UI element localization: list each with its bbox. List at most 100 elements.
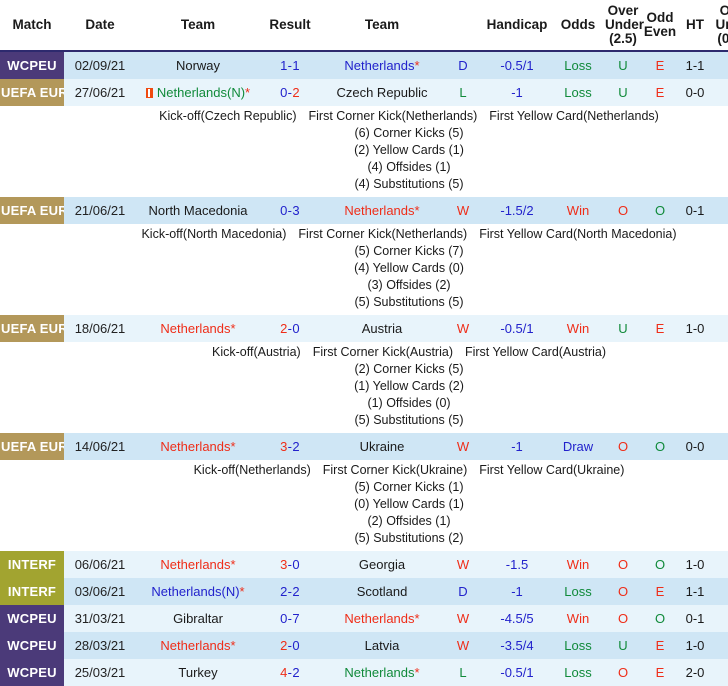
- odds-result: Win: [552, 551, 604, 578]
- odd-even: E: [642, 659, 678, 686]
- score-home: 2: [280, 638, 288, 653]
- team-cell[interactable]: Netherlands*: [136, 315, 260, 342]
- win-draw-loss: W: [444, 632, 482, 659]
- over-under-25: O: [604, 659, 642, 686]
- team-cell[interactable]: Georgia: [320, 551, 444, 578]
- score-home: 0: [280, 203, 288, 218]
- detail-header-line: Kick-off(Netherlands)First Corner Kick(U…: [60, 462, 728, 479]
- win-draw-loss: W: [444, 315, 482, 342]
- league-badge[interactable]: INTERF: [0, 578, 64, 605]
- table-row[interactable]: WCPEU28/03/21Netherlands*2-0LatviaW-3.5/…: [0, 632, 728, 659]
- league-badge[interactable]: WCPEU: [0, 605, 64, 632]
- team-cell[interactable]: Netherlands*: [320, 197, 444, 224]
- handicap-value: -0.5/1: [482, 51, 552, 79]
- table-row[interactable]: INTERF06/06/21Netherlands*3-0GeorgiaW-1.…: [0, 551, 728, 578]
- table-row[interactable]: WCPEU02/09/21Norway1-1Netherlands*D-0.5/…: [0, 51, 728, 79]
- win-draw-loss: W: [444, 197, 482, 224]
- league-badge[interactable]: UEFA EURO: [0, 197, 64, 224]
- team-cell[interactable]: Netherlands*: [320, 51, 444, 79]
- odds-result: Loss: [552, 578, 604, 605]
- over-under-075: O: [712, 197, 728, 224]
- first-corner-info: First Corner Kick(Austria): [313, 345, 453, 359]
- score-home: 3: [280, 557, 288, 572]
- team-cell[interactable]: Latvia: [320, 632, 444, 659]
- team-name: Netherlands: [344, 203, 414, 218]
- half-time-score: 1-1: [678, 578, 712, 605]
- over-under-25: U: [604, 79, 642, 106]
- result-score[interactable]: 4-2: [260, 659, 320, 686]
- detail-stat-line: (5) Corner Kicks (1): [60, 479, 728, 496]
- result-score[interactable]: 0-2: [260, 79, 320, 106]
- team-cell[interactable]: Austria: [320, 315, 444, 342]
- league-badge[interactable]: WCPEU: [0, 659, 64, 686]
- team-name: Austria: [362, 321, 402, 336]
- result-score[interactable]: 2-0: [260, 632, 320, 659]
- league-badge[interactable]: INTERF: [0, 551, 64, 578]
- league-badge[interactable]: UEFA EURO: [0, 433, 64, 460]
- kickoff-info: Kick-off(Czech Republic): [159, 109, 296, 123]
- handicap-value: -1.5/2: [482, 197, 552, 224]
- team-cell[interactable]: Netherlands*: [320, 605, 444, 632]
- detail-stat-line: (0) Yellow Cards (1): [60, 496, 728, 513]
- win-draw-loss: W: [444, 605, 482, 632]
- team-cell[interactable]: Netherlands*: [136, 433, 260, 460]
- score-away: 1: [292, 58, 300, 73]
- detail-header-line: Kick-off(North Macedonia)First Corner Ki…: [60, 226, 728, 243]
- home-star-marker: *: [415, 203, 420, 218]
- over-under-075: O: [712, 315, 728, 342]
- odd-even: E: [642, 79, 678, 106]
- result-score[interactable]: 1-1: [260, 51, 320, 79]
- score-away: 2: [292, 439, 300, 454]
- match-detail-cell: Kick-off(Czech Republic)First Corner Kic…: [0, 106, 728, 197]
- team-cell[interactable]: Netherlands*: [320, 659, 444, 686]
- odds-result: Win: [552, 197, 604, 224]
- league-badge[interactable]: UEFA EURO: [0, 315, 64, 342]
- table-row[interactable]: WCPEU31/03/21Gibraltar0-7Netherlands*W-4…: [0, 605, 728, 632]
- table-row[interactable]: UEFA EURO18/06/21Netherlands*2-0AustriaW…: [0, 315, 728, 342]
- table-row[interactable]: UEFA EURO14/06/21Netherlands*3-2UkraineW…: [0, 433, 728, 460]
- result-score[interactable]: 0-3: [260, 197, 320, 224]
- table-row[interactable]: UEFA EURO27/06/21Netherlands(N)*0-2Czech…: [0, 79, 728, 106]
- team-cell[interactable]: North Macedonia: [136, 197, 260, 224]
- score-away: 2: [292, 85, 300, 100]
- score-away: 2: [292, 584, 300, 599]
- team-name: Netherlands: [344, 665, 414, 680]
- team-name: Netherlands: [160, 321, 230, 336]
- league-badge[interactable]: WCPEU: [0, 632, 64, 659]
- result-score[interactable]: 3-0: [260, 551, 320, 578]
- odds-result: Win: [552, 605, 604, 632]
- result-score[interactable]: 0-7: [260, 605, 320, 632]
- score-away: 7: [292, 611, 300, 626]
- column-header-team1: Team: [136, 0, 260, 51]
- score-home: 4: [280, 665, 288, 680]
- league-badge[interactable]: UEFA EURO: [0, 79, 64, 106]
- team-cell[interactable]: Netherlands*: [136, 551, 260, 578]
- win-draw-loss: W: [444, 433, 482, 460]
- table-row[interactable]: UEFA EURO21/06/21North Macedonia0-3Nethe…: [0, 197, 728, 224]
- team-cell[interactable]: Gibraltar: [136, 605, 260, 632]
- score-home: 0: [280, 85, 288, 100]
- odd-even: E: [642, 51, 678, 79]
- odd-even: E: [642, 632, 678, 659]
- team-cell[interactable]: Ukraine: [320, 433, 444, 460]
- team-cell[interactable]: Norway: [136, 51, 260, 79]
- team-name: Netherlands: [344, 58, 414, 73]
- detail-header-line: Kick-off(Austria)First Corner Kick(Austr…: [60, 344, 728, 361]
- team-cell[interactable]: Netherlands(N)*: [136, 578, 260, 605]
- match-history-table: MatchDateTeamResultTeamHandicapOddsOver …: [0, 0, 728, 686]
- league-badge[interactable]: WCPEU: [0, 51, 64, 79]
- team-cell[interactable]: Netherlands(N)*: [136, 79, 260, 106]
- detail-stat-line: (2) Offsides (1): [60, 513, 728, 530]
- team-cell[interactable]: Netherlands*: [136, 632, 260, 659]
- team-cell[interactable]: Czech Republic: [320, 79, 444, 106]
- result-score[interactable]: 2-2: [260, 578, 320, 605]
- table-row[interactable]: INTERF03/06/21Netherlands(N)*2-2Scotland…: [0, 578, 728, 605]
- column-header-result: Result: [260, 0, 320, 51]
- result-score[interactable]: 2-0: [260, 315, 320, 342]
- table-row[interactable]: WCPEU25/03/21Turkey4-2Netherlands*L-0.5/…: [0, 659, 728, 686]
- home-star-marker: *: [231, 557, 236, 572]
- column-header-ou25: Over Under (2.5): [604, 0, 642, 51]
- result-score[interactable]: 3-2: [260, 433, 320, 460]
- team-cell[interactable]: Turkey: [136, 659, 260, 686]
- team-cell[interactable]: Scotland: [320, 578, 444, 605]
